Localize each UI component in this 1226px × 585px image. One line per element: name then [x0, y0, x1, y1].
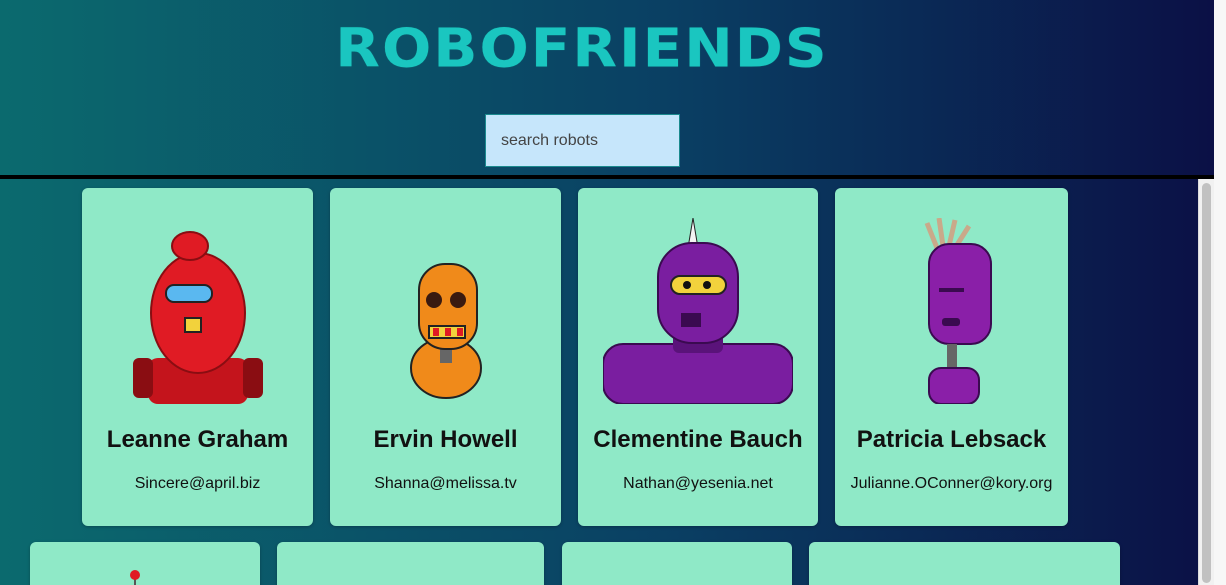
robot-name: Clementine Bauch — [593, 426, 803, 453]
search-input[interactable] — [485, 114, 680, 167]
robot-card-list[interactable]: Leanne Graham Sincere@april.biz Ervin Ho… — [0, 179, 1214, 585]
robot-name: Patricia Lebsack — [856, 426, 1047, 453]
robot-card[interactable]: Leanne Graham Sincere@april.biz — [82, 188, 313, 526]
robot-card[interactable] — [809, 542, 1120, 585]
window-scrollbar[interactable] — [1214, 0, 1226, 585]
robot-name: Ervin Howell — [373, 426, 518, 453]
robot-card[interactable]: Ervin Howell Shanna@melissa.tv — [330, 188, 561, 526]
robot-image — [578, 218, 818, 404]
robot-card[interactable] — [30, 542, 260, 585]
robot-name: Leanne Graham — [106, 426, 289, 453]
robot-email: Nathan@yesenia.net — [623, 475, 773, 492]
robot-card[interactable] — [277, 542, 544, 585]
robot-card[interactable] — [562, 542, 792, 585]
robot-card[interactable]: Patricia Lebsack Julianne.OConner@kory.o… — [835, 188, 1068, 526]
robot-email: Sincere@april.biz — [134, 475, 261, 492]
robot-image — [330, 218, 561, 404]
page-title: ROBOFRIENDS — [335, 16, 829, 80]
scrollbar-thumb[interactable] — [1202, 183, 1211, 583]
robot-image — [835, 218, 1068, 404]
robot-email: Shanna@melissa.tv — [374, 475, 517, 492]
header: ROBOFRIENDS — [0, 0, 1214, 175]
scrollbar[interactable] — [1198, 179, 1214, 585]
robot-card[interactable]: Clementine Bauch Nathan@yesenia.net — [578, 188, 818, 526]
robot-image — [82, 218, 313, 404]
robot-email: Julianne.OConner@kory.org — [850, 475, 1053, 492]
robot-antenna-icon — [130, 570, 140, 585]
